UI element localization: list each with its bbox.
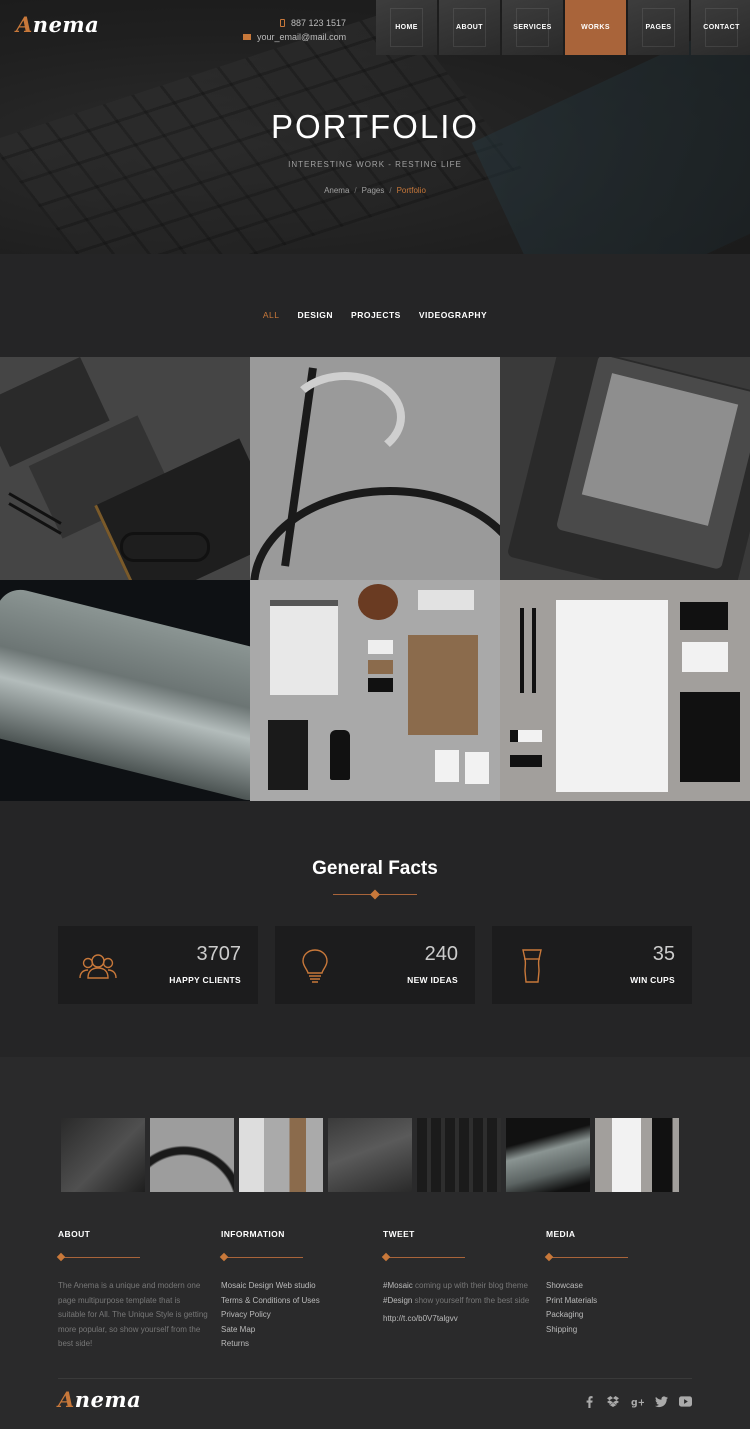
footer-link[interactable]: Terms & Conditions of Uses [221,1296,320,1305]
fact-label: WIN CUPS [630,975,675,985]
footer-link[interactable]: Shipping [546,1325,577,1334]
social-links: g+ [583,1395,692,1408]
nav-contact[interactable]: CONTACT [691,0,750,55]
nav-works[interactable]: WORKS [565,0,626,55]
email-address[interactable]: your_email@mail.com [257,30,346,44]
nav-home[interactable]: HOME [376,0,437,55]
nav-pages[interactable]: PAGES [628,0,689,55]
phone-number: 887 123 1517 [291,18,347,28]
lightbulb-icon [302,949,328,983]
filter-videography[interactable]: VIDEOGRAPHY [419,310,487,320]
fact-win-cups: 35 WIN CUPS [492,926,692,1004]
page-subtitle: INTERESTING WORK - RESTING LIFE [288,160,462,169]
footer-link[interactable]: Mosaic Design Web studio [221,1281,316,1290]
phone-row: 887 123 1517 [243,16,346,30]
hero-header: Anema 887 123 1517 your_email@mail.com H… [0,0,750,254]
youtube-icon[interactable] [679,1395,692,1408]
portfolio-item-stationery[interactable] [0,357,250,580]
nav-about[interactable]: ABOUT [439,0,500,55]
filter-all[interactable]: ALL [263,310,280,320]
filter-projects[interactable]: PROJECTS [351,310,401,320]
facts-divider [333,889,417,900]
page-title: PORTFOLIO [270,108,480,145]
about-text: The Anema is a unique and modern one pag… [58,1281,208,1348]
filter-design[interactable]: DESIGN [297,310,333,320]
media-links: Showcase Print Materials Packaging Shipp… [546,1279,696,1337]
info-links: Mosaic Design Web studio Terms & Conditi… [221,1279,371,1352]
gallery-thumb[interactable] [506,1118,590,1192]
fact-value: 3707 [196,943,242,965]
footer-link[interactable]: Sate Map [221,1325,255,1334]
footer-link[interactable]: Returns [221,1339,249,1348]
gallery-thumb[interactable] [417,1118,501,1192]
fact-label: NEW IDEAS [407,975,458,985]
gallery-thumb[interactable] [239,1118,323,1192]
email-row[interactable]: your_email@mail.com [243,30,346,44]
footer-about: ABOUT The Anema is a unique and modern o… [58,1229,208,1352]
dropbox-icon[interactable] [607,1395,620,1408]
footer-link[interactable]: Showcase [546,1281,583,1290]
footer-information: INFORMATION Mosaic Design Web studio Ter… [221,1229,371,1352]
mail-icon [243,34,251,40]
fact-value: 240 [424,943,458,965]
footer-heading: MEDIA [546,1229,576,1239]
google-plus-icon[interactable]: g+ [631,1395,644,1408]
svg-text:g+: g+ [631,1397,644,1407]
breadcrumb-home[interactable]: Anema [324,186,349,195]
facts-title: General Facts [312,858,438,879]
phone-icon [280,19,285,27]
gallery-thumb[interactable] [595,1118,679,1192]
breadcrumb: Anema / Pages / Portfolio [324,186,426,195]
gallery-thumb[interactable] [150,1118,234,1192]
portfolio-item-bicycle[interactable] [250,357,500,580]
portfolio-item-branding[interactable] [250,580,500,801]
breadcrumb-pages[interactable]: Pages [362,186,385,195]
main-nav: HOME ABOUT SERVICES WORKS PAGES CONTACT [376,0,750,55]
site-footer: ABOUT The Anema is a unique and modern o… [0,1057,750,1429]
breadcrumb-current: Portfolio [396,186,426,195]
portfolio-item-ereader[interactable] [500,357,750,580]
footer-heading: INFORMATION [221,1229,285,1239]
twitter-icon[interactable] [655,1395,668,1408]
fact-happy-clients: 3707 HAPPY CLIENTS [58,926,258,1004]
tweet-text: #Mosaic coming up with their blog theme … [383,1281,530,1305]
footer-heading: TWEET [383,1229,415,1239]
footer-logo[interactable]: Anema [58,1387,141,1412]
footer-media: MEDIA Showcase Print Materials Packaging… [546,1229,696,1337]
hashtag-link[interactable]: #Design [383,1296,412,1305]
fact-label: HAPPY CLIENTS [169,975,241,985]
footer-gallery [61,1118,679,1192]
footer-divider [58,1378,692,1379]
facebook-icon[interactable] [583,1395,596,1408]
brand-logo[interactable]: Anema [16,12,99,37]
fact-new-ideas: 240 NEW IDEAS [275,926,475,1004]
footer-link[interactable]: Print Materials [546,1296,597,1305]
portfolio-item-identity[interactable] [500,580,750,801]
footer-tweet: TWEET #Mosaic coming up with their blog … [383,1229,533,1323]
portfolio-item-phone[interactable] [0,580,250,801]
portfolio-filters: ALL DESIGN PROJECTS VIDEOGRAPHY [0,310,750,320]
footer-link[interactable]: Packaging [546,1310,583,1319]
gallery-thumb[interactable] [328,1118,412,1192]
nav-services[interactable]: SERVICES [502,0,563,55]
footer-link[interactable]: Privacy Policy [221,1310,271,1319]
cup-icon [522,949,542,983]
footer-heading: ABOUT [58,1229,91,1239]
portfolio-grid [0,357,750,801]
header-contact: 887 123 1517 your_email@mail.com [243,16,346,44]
fact-value: 35 [652,943,675,965]
users-icon [79,954,117,979]
tweet-url[interactable]: http://t.co/b0V7talgvv [383,1314,533,1323]
hashtag-link[interactable]: #Mosaic [383,1281,413,1290]
gallery-thumb[interactable] [61,1118,145,1192]
